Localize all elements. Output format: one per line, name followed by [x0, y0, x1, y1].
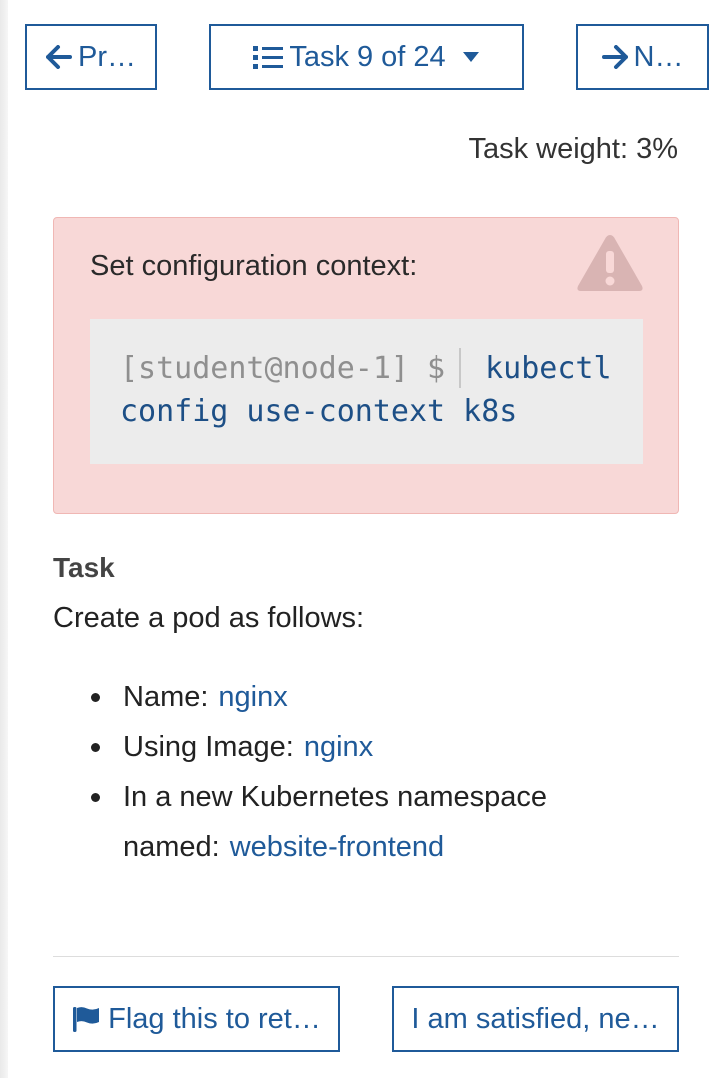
- footer-divider: [53, 956, 679, 957]
- previous-task-button[interactable]: Pr…: [25, 24, 157, 90]
- task-intro: Create a pod as follows:: [53, 602, 365, 634]
- satisfied-next-button[interactable]: I am satisfied, ne…: [392, 986, 679, 1052]
- flag-task-button[interactable]: Flag this to ret…: [53, 986, 340, 1052]
- task-requirements-list: Name: nginx Using Image: nginx In a new Ku…: [53, 672, 722, 872]
- shell-prompt: [student@node-1] $: [120, 351, 446, 386]
- caret-down-icon: [462, 52, 479, 62]
- arrow-right-icon: [601, 45, 628, 69]
- next-task-label: N…: [633, 40, 684, 73]
- page-left-edge: [0, 0, 8, 1078]
- task-weight: Task weight: 3%: [468, 133, 678, 165]
- task-menu-button[interactable]: Task 9 of 24: [209, 24, 524, 90]
- satisfied-next-label: I am satisfied, ne…: [411, 1002, 660, 1035]
- item-value[interactable]: website-frontend: [230, 831, 444, 863]
- list-item: In a new Kubernetes namespace named: webs…: [91, 772, 722, 872]
- task-heading: Task: [53, 552, 115, 583]
- item-label: Using Image:: [123, 731, 294, 763]
- item-value[interactable]: nginx: [304, 731, 373, 763]
- list-item: Using Image: nginx: [91, 722, 722, 772]
- flag-icon: [73, 1007, 100, 1032]
- alert-title: Set configuration context:: [90, 250, 418, 282]
- item-value[interactable]: nginx: [218, 681, 287, 713]
- arrow-left-icon: [46, 45, 72, 69]
- next-task-button[interactable]: N…: [576, 24, 709, 90]
- item-label: Name:: [123, 681, 209, 713]
- list-item: Name: nginx: [91, 672, 722, 722]
- context-alert: Set configuration context: [student@node…: [53, 217, 679, 514]
- list-icon: [253, 46, 284, 69]
- previous-task-label: Pr…: [78, 40, 136, 73]
- command-block[interactable]: [student@node-1] $ kubectl config use-con…: [90, 319, 643, 464]
- warning-icon: [577, 235, 643, 291]
- task-menu-label: Task 9 of 24: [289, 40, 446, 73]
- flag-task-label: Flag this to ret…: [108, 1002, 321, 1035]
- prompt-divider: [459, 348, 462, 388]
